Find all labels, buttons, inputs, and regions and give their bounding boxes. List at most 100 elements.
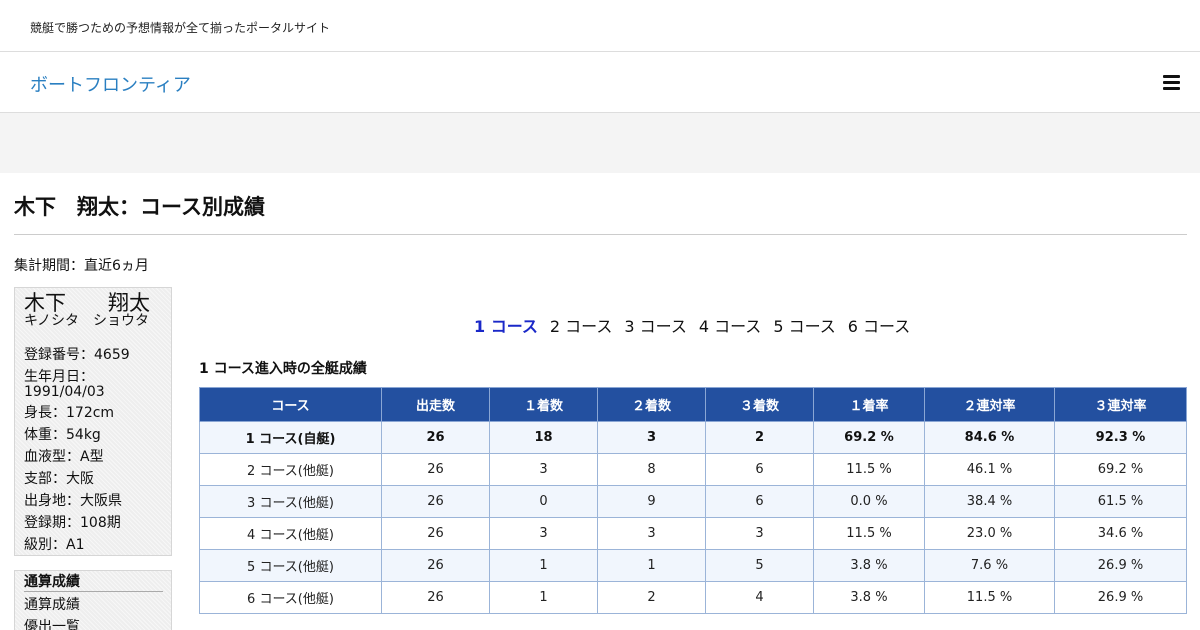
- racer-profile-card: 木下 翔太 キノシタ ショウタ 登録番号：4659 生年月日： 1991/04/…: [14, 287, 172, 556]
- racer-name-kana: キノシタ ショウタ: [24, 313, 150, 329]
- table-cell: 2: [597, 581, 706, 614]
- menu-bar: [1163, 81, 1180, 84]
- column-header: １着率: [813, 387, 925, 422]
- tab-course-6[interactable]: 6 コース: [848, 313, 910, 337]
- table-cell: 3.8 %: [813, 581, 925, 614]
- racer-class: 級別：A1: [24, 537, 85, 553]
- table-cell: 1: [489, 581, 598, 614]
- table-cell: 11.5 %: [924, 581, 1055, 614]
- racer-name: 木下 翔太: [24, 291, 150, 315]
- tab-course-5[interactable]: 5 コース: [773, 313, 835, 337]
- table-cell: 26.9 %: [1054, 581, 1187, 614]
- top-bar: 競艇で勝つための予想情報が全て揃ったポータルサイト: [0, 0, 1200, 52]
- title-divider: [14, 234, 1187, 235]
- course-results-table: コース 出走数 １着数 ２着数 ３着数 １着率 ２連対率 ３連対率 1 コース(…: [199, 387, 1187, 614]
- column-header: ３連対率: [1054, 387, 1187, 422]
- stats-menu: 通算成績 通算成績 優出一覧: [14, 570, 172, 630]
- table-cell: 3: [489, 517, 598, 550]
- table-cell: 0: [489, 485, 598, 518]
- table-cell: 11.5 %: [813, 453, 925, 486]
- table-row: 4 コース(他艇) 26 3 3 3 11.5 % 23.0 % 34.6 %: [199, 517, 1187, 550]
- table-cell: 23.0 %: [924, 517, 1055, 550]
- table-cell: 84.6 %: [924, 421, 1055, 454]
- table-cell: 7.6 %: [924, 549, 1055, 582]
- table-header-row: コース 出走数 １着数 ２着数 ３着数 １着率 ２連対率 ３連対率: [199, 387, 1187, 422]
- menu-bar: [1163, 75, 1180, 78]
- table-cell: 38.4 %: [924, 485, 1055, 518]
- table-cell: 26.9 %: [1054, 549, 1187, 582]
- column-header: ３着数: [705, 387, 814, 422]
- table-row: 3 コース(他艇) 26 0 9 6 0.0 % 38.4 % 61.5 %: [199, 485, 1187, 518]
- table-cell: 2 コース(他艇): [199, 453, 382, 486]
- table-row: 5 コース(他艇) 26 1 1 5 3.8 % 7.6 % 26.9 %: [199, 549, 1187, 582]
- table-cell: 9: [597, 485, 706, 518]
- table-cell: 6: [705, 485, 814, 518]
- menu-bar: [1163, 87, 1180, 90]
- site-tagline: 競艇で勝つための予想情報が全て揃ったポータルサイト: [30, 21, 331, 35]
- birthplace: 出身地：大阪県: [24, 493, 122, 509]
- table-cell: 69.2 %: [1054, 453, 1187, 486]
- table-cell: 3: [489, 453, 598, 486]
- table-row: 2 コース(他艇) 26 3 8 6 11.5 % 46.1 % 69.2 %: [199, 453, 1187, 486]
- birthdate-label: 生年月日：: [24, 369, 94, 385]
- table-cell: 34.6 %: [1054, 517, 1187, 550]
- column-header: コース: [199, 387, 382, 422]
- height: 身長：172cm: [24, 405, 115, 421]
- table-cell: 4 コース(他艇): [199, 517, 382, 550]
- table-cell: 2: [705, 421, 814, 454]
- registration-term: 登録期：108期: [24, 515, 121, 531]
- tab-course-4[interactable]: 4 コース: [699, 313, 761, 337]
- table-cell: 3: [597, 421, 706, 454]
- table-cell: 3: [597, 517, 706, 550]
- stats-link-finals[interactable]: 優出一覧: [24, 619, 80, 630]
- table-cell: 92.3 %: [1054, 421, 1187, 454]
- table-cell: 26: [381, 581, 490, 614]
- banner-placeholder: [0, 113, 1200, 173]
- column-header: 出走数: [381, 387, 490, 422]
- table-cell: 3: [705, 517, 814, 550]
- column-header: ２着数: [597, 387, 706, 422]
- table-cell: 5 コース(他艇): [199, 549, 382, 582]
- table-cell: 1 コース(自艇): [199, 421, 382, 454]
- blood-type: 血液型：A型: [24, 449, 104, 465]
- table-row: 1 コース(自艇) 26 18 3 2 69.2 % 84.6 % 92.3 %: [199, 421, 1187, 454]
- column-header: １着数: [489, 387, 598, 422]
- table-cell: 26: [381, 485, 490, 518]
- tab-course-3[interactable]: 3 コース: [624, 313, 686, 337]
- table-cell: 3.8 %: [813, 549, 925, 582]
- table-cell: 26: [381, 421, 490, 454]
- section-heading: 1 コース進入時の全艇成績: [199, 361, 367, 377]
- table-cell: 26: [381, 549, 490, 582]
- table-cell: 26: [381, 453, 490, 486]
- table-cell: 69.2 %: [813, 421, 925, 454]
- column-header: ２連対率: [924, 387, 1055, 422]
- site-title-link[interactable]: ボートフロンティア: [30, 71, 191, 97]
- table-cell: 46.1 %: [924, 453, 1055, 486]
- table-cell: 61.5 %: [1054, 485, 1187, 518]
- weight: 体重：54kg: [24, 427, 101, 443]
- nav-bar: ボートフロンティア: [0, 52, 1200, 113]
- course-tabs: 1 コース 2 コース 3 コース 4 コース 5 コース 6 コース: [474, 313, 922, 337]
- table-cell: 8: [597, 453, 706, 486]
- stats-menu-heading: 通算成績: [24, 574, 163, 592]
- table-cell: 26: [381, 517, 490, 550]
- table-cell: 1: [489, 549, 598, 582]
- table-cell: 4: [705, 581, 814, 614]
- page-title: 木下 翔太：コース別成績: [14, 195, 265, 219]
- table-cell: 6 コース(他艇): [199, 581, 382, 614]
- birthdate-value: 1991/04/03: [24, 384, 105, 400]
- table-cell: 11.5 %: [813, 517, 925, 550]
- table-row: 6 コース(他艇) 26 1 2 4 3.8 % 11.5 % 26.9 %: [199, 581, 1187, 614]
- table-cell: 0.0 %: [813, 485, 925, 518]
- aggregation-period: 集計期間：直近6ヵ月: [14, 258, 149, 274]
- branch: 支部：大阪: [24, 471, 94, 487]
- stats-link-overall[interactable]: 通算成績: [24, 597, 80, 613]
- tab-course-2[interactable]: 2 コース: [550, 313, 612, 337]
- hamburger-menu-icon[interactable]: [1163, 74, 1180, 91]
- table-cell: 6: [705, 453, 814, 486]
- tab-course-1[interactable]: 1 コース: [474, 313, 538, 337]
- table-cell: 1: [597, 549, 706, 582]
- table-cell: 5: [705, 549, 814, 582]
- table-cell: 3 コース(他艇): [199, 485, 382, 518]
- table-cell: 18: [489, 421, 598, 454]
